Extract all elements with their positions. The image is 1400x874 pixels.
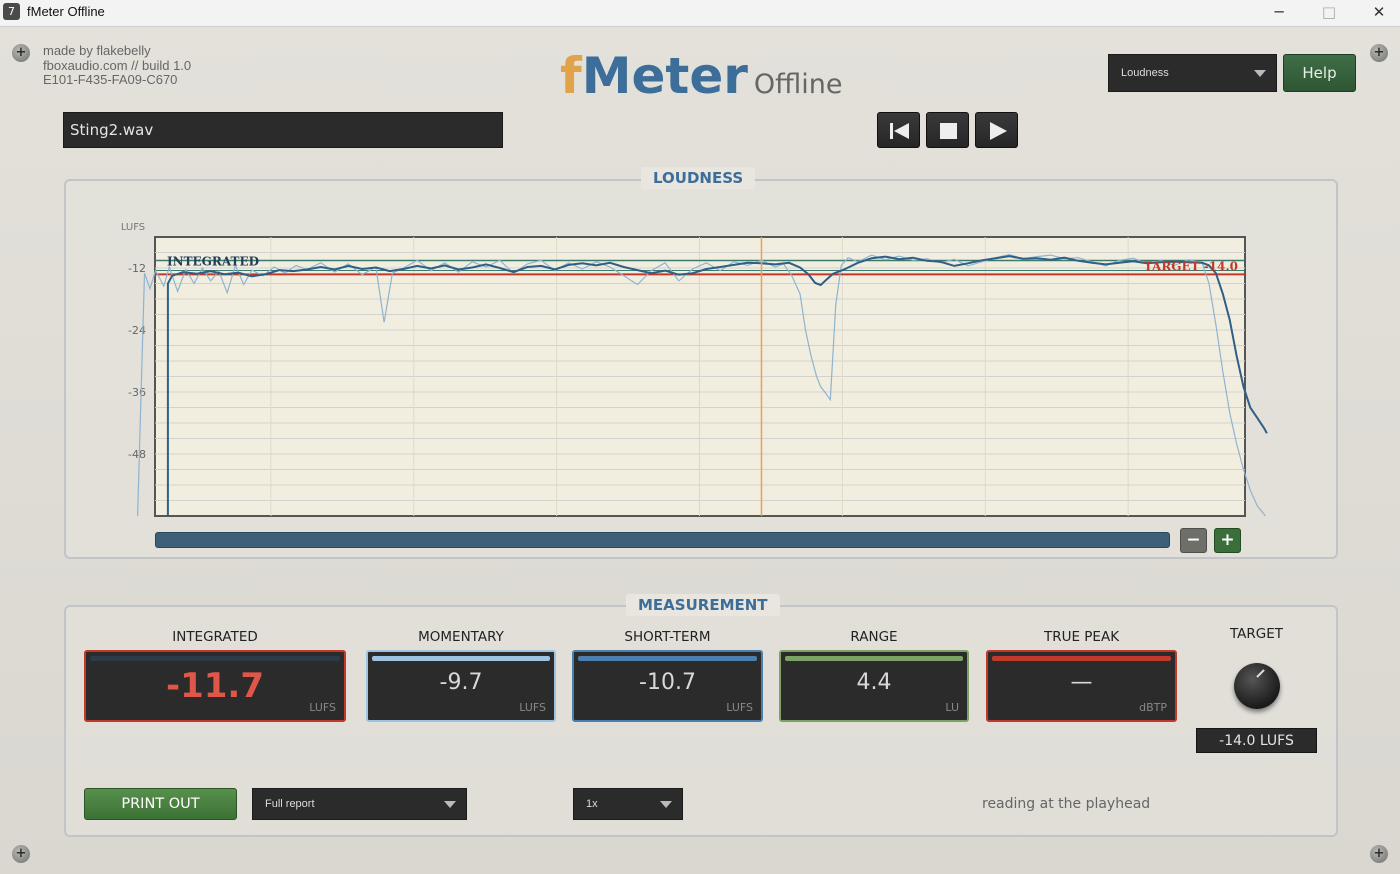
speed-value: 1x <box>586 798 598 810</box>
plugin-window: + + + + made by flakebelly fboxaudio.com… <box>0 27 1400 874</box>
report-type-value: Full report <box>265 798 315 810</box>
y-tick-label: -12 <box>128 262 146 275</box>
x-tick-label: 0:41 <box>687 525 712 527</box>
window-title: fMeter Offline <box>27 4 105 19</box>
integrated-unit: LUFS <box>309 701 336 714</box>
x-axis-ticks: 0:00 0:10 0:20 0:31 0:41 0:52 1:02 1:13 1:23 <box>116 525 1284 527</box>
window-titlebar: 7 fMeter Offline ─ □ ✕ <box>0 0 1400 27</box>
x-tick-label: 1:02 <box>973 525 998 527</box>
x-tick-label: 0:00 <box>116 525 141 527</box>
y-axis-ticks: -12-24-36-48 <box>128 262 146 461</box>
measurement-panel-title: MEASUREMENT <box>626 594 780 616</box>
close-button[interactable]: ✕ <box>1354 0 1400 27</box>
range-meter: 4.4 LU <box>779 650 969 722</box>
range-value: 4.4 <box>856 670 892 695</box>
short-term-meter: -10.7 LUFS <box>572 650 763 722</box>
y-tick-label: -36 <box>128 386 146 399</box>
target-value-display[interactable]: -14.0 LUFS <box>1196 728 1317 753</box>
screw-icon: + <box>12 845 30 863</box>
maximize-button[interactable]: □ <box>1304 0 1354 27</box>
true-peak-meter: — dBTP <box>986 650 1177 722</box>
momentary-meter-bar <box>372 656 550 661</box>
minimize-button[interactable]: ─ <box>1254 0 1304 27</box>
y-tick-label: -48 <box>128 448 146 461</box>
range-meter-bar <box>785 656 963 661</box>
x-tick-label: 0:52 <box>830 525 855 527</box>
target-knob-label: TARGET <box>1229 626 1284 642</box>
x-tick-label: 0:20 <box>401 525 426 527</box>
momentary-value: -9.7 <box>439 670 483 695</box>
short-term-value: -10.7 <box>639 670 696 695</box>
integrated-meter: -11.7 LUFS <box>84 650 346 722</box>
screw-icon: + <box>1370 845 1388 863</box>
report-type-select[interactable]: Full report <box>252 788 467 820</box>
chevron-down-icon <box>444 801 456 808</box>
x-tick-label: 0:31 <box>544 525 569 527</box>
true-peak-value: — <box>1070 670 1093 695</box>
x-tick-label: 1:13 <box>1116 525 1141 527</box>
momentary-meter-label: MOMENTARY <box>418 629 504 645</box>
true-peak-meter-bar <box>992 656 1171 661</box>
integrated-label: INTEGRATED <box>167 254 259 268</box>
momentary-meter: -9.7 LUFS <box>366 650 556 722</box>
target-knob[interactable] <box>1234 663 1280 709</box>
range-meter-label: RANGE <box>850 629 898 645</box>
true-peak-meter-label: TRUE PEAK <box>1043 629 1120 645</box>
print-out-button[interactable]: PRINT OUT <box>84 788 237 820</box>
x-tick-label: 1:23 <box>1259 525 1284 527</box>
short-term-unit: LUFS <box>726 701 753 714</box>
short-term-meter-label: SHORT-TERM <box>624 629 711 645</box>
momentary-unit: LUFS <box>519 701 546 714</box>
zoom-out-button[interactable]: − <box>1180 528 1207 553</box>
range-unit: LU <box>945 701 959 714</box>
x-tick-label: 0:10 <box>259 525 284 527</box>
loudness-chart[interactable]: -12-24-36-48 0:000:100:200:310:410:521:0… <box>0 27 1400 527</box>
integrated-meter-label: INTEGRATED <box>172 629 258 645</box>
status-text: reading at the playhead <box>982 796 1151 812</box>
integrated-meter-bar <box>90 656 340 661</box>
speed-select[interactable]: 1x <box>573 788 683 820</box>
timeline-scrollbar[interactable] <box>155 532 1170 548</box>
zoom-in-button[interactable]: + <box>1214 528 1241 553</box>
short-term-meter-bar <box>578 656 757 661</box>
target-label: TARGET -14.0 <box>1144 259 1238 273</box>
integrated-value: -11.7 <box>166 666 264 706</box>
chevron-down-icon <box>660 801 672 808</box>
y-axis-label: LUFS <box>121 222 145 233</box>
true-peak-unit: dBTP <box>1139 701 1167 714</box>
app-icon: 7 <box>3 3 20 20</box>
